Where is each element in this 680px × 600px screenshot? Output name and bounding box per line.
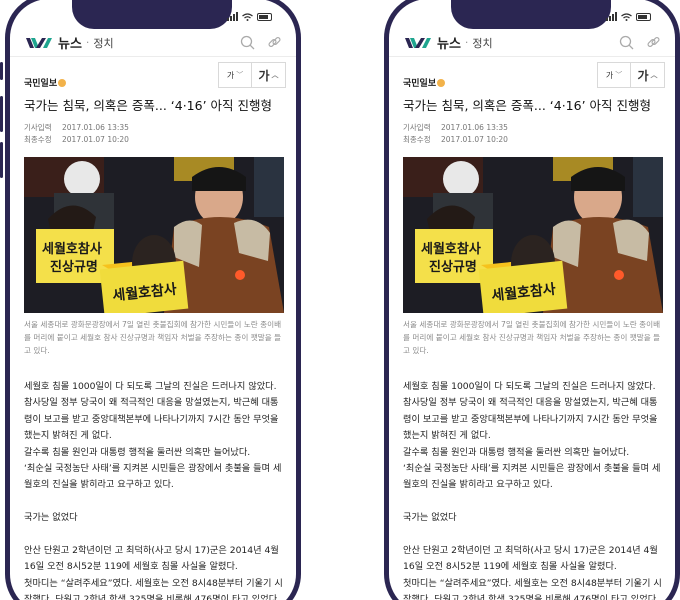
section-name[interactable]: 정치 xyxy=(472,35,492,51)
modified-date: 최종수정 2017.01.07 10:20 xyxy=(403,135,508,144)
modified-date: 최종수정 2017.01.07 10:20 xyxy=(24,135,129,144)
app-header: 뉴스 · 정치 xyxy=(389,29,675,57)
naver-news-logo[interactable] xyxy=(405,36,431,50)
app-title[interactable]: 뉴스 xyxy=(58,33,82,52)
header-separator: · xyxy=(85,36,90,49)
font-size-increase-button[interactable]: 가 ︿ xyxy=(631,63,664,87)
section-name[interactable]: 정치 xyxy=(93,35,113,51)
search-icon[interactable] xyxy=(240,35,255,50)
body-subheading: 국가는 없었다 xyxy=(403,512,457,524)
chevron-down-icon: ﹀ xyxy=(236,71,244,79)
left-mute-switch xyxy=(0,62,3,80)
press-name[interactable]: 국민일보 xyxy=(403,76,446,89)
published-date: 기사입력 2017.01.06 13:35 xyxy=(24,123,129,132)
photo-caption: 서울 세종대로 광화문광장에서 7일 열린 촛불집회에 참가한 시민들이 노란 … xyxy=(403,320,661,355)
phone-mockup-left: 뉴스 · 정치 국민일보 가 ﹀ 가 ︿ 국가는 침묵, 의혹은 증폭... ‘4·… xyxy=(5,0,301,600)
photo-caption: 서울 세종대로 광화문광장에서 7일 열린 촛불집회에 참가한 시민들이 노란 … xyxy=(24,320,282,355)
body-paragraph: 세월호 침몰 1000일이 다 되도록 그날의 진실은 드러나지 않았다. 참사… xyxy=(24,381,279,442)
press-name[interactable]: 국민일보 xyxy=(24,76,67,89)
signal-icon xyxy=(606,12,617,21)
wifi-icon xyxy=(242,12,253,21)
article-photo[interactable]: 세월호참사 진상규명 세월호참사 xyxy=(24,157,284,313)
body-paragraph: 첫마디는 “살려주세요”였다. 세월호는 오전 8시48분부터 기울기 시작했다… xyxy=(403,577,662,600)
body-paragraph: 안산 단원고 2학년이던 고 최덕하(사고 당시 17)군은 2014년 4월 … xyxy=(24,545,279,573)
chevron-up-icon: ︿ xyxy=(650,71,658,79)
press-badge-icon xyxy=(437,79,446,87)
body-paragraph: 안산 단원고 2학년이던 고 최덕하(사고 당시 17)군은 2014년 4월 … xyxy=(403,545,658,573)
font-size-increase-button[interactable]: 가 ︿ xyxy=(252,63,285,87)
status-bar xyxy=(227,12,272,21)
published-date: 기사입력 2017.01.06 13:35 xyxy=(403,123,508,132)
body-paragraph: 갈수록 침몰 원인과 대통령 행적을 둘러싼 의혹만 늘어났다. xyxy=(403,446,630,458)
app-title[interactable]: 뉴스 xyxy=(437,33,461,52)
body-paragraph: 갈수록 침몰 원인과 대통령 행적을 둘러싼 의혹만 늘어났다. xyxy=(24,446,251,458)
body-paragraph: ‘최순실 국정농단 사태’를 지켜본 시민들은 광장에서 촛불을 들며 세월호의… xyxy=(24,463,282,491)
font-size-decrease-button[interactable]: 가 ﹀ xyxy=(598,63,631,87)
status-bar xyxy=(606,12,651,21)
naver-news-logo[interactable] xyxy=(26,36,52,50)
battery-icon xyxy=(636,12,651,21)
battery-icon xyxy=(257,12,272,21)
article-headline: 국가는 침묵, 의혹은 증폭... ‘4·16’ 아직 진행형 xyxy=(403,98,652,113)
header-separator: · xyxy=(464,36,469,49)
article-dates: 기사입력 2017.01.06 13:35 최종수정 2017.01.07 10:2… xyxy=(24,122,286,146)
font-size-decrease-button[interactable]: 가 ﹀ xyxy=(219,63,252,87)
body-subheading: 국가는 없었다 xyxy=(24,512,78,524)
sign-text-top: 세월호참사 xyxy=(421,241,481,257)
link-icon[interactable] xyxy=(646,35,661,50)
body-paragraph: 세월호 침몰 1000일이 다 되도록 그날의 진실은 드러나지 않았다. 참사… xyxy=(403,381,658,442)
app-header: 뉴스 · 정치 xyxy=(10,29,296,57)
search-icon[interactable] xyxy=(619,35,634,50)
font-size-controls: 가 ﹀ 가 ︿ xyxy=(597,62,665,88)
press-badge-icon xyxy=(58,79,67,87)
article-body: 세월호 침몰 1000일이 다 되도록 그날의 진실은 드러나지 않았다. 참사… xyxy=(24,379,286,600)
article-photo[interactable]: 세월호참사 진상규명 세월호참사 xyxy=(403,157,663,313)
article: 국민일보 가 ﹀ 가 ︿ 국가는 침묵, 의혹은 증폭... ‘4·16’ 아직 진… xyxy=(24,59,286,600)
body-paragraph: 첫마디는 “살려주세요”였다. 세월호는 오전 8시48분부터 기울기 시작했다… xyxy=(24,577,283,600)
device-notch xyxy=(451,0,611,29)
phone-mockup-right: 뉴스 · 정치 국민일보 가 ﹀ 가 ︿ 국가는 침묵, 의혹은 증폭... ‘4·… xyxy=(384,0,680,600)
left-volume-up-button xyxy=(0,96,3,132)
article-dates: 기사입력 2017.01.06 13:35 최종수정 2017.01.07 10:2… xyxy=(403,122,665,146)
body-paragraph: ‘최순실 국정농단 사태’를 지켜본 시민들은 광장에서 촛불을 들며 세월호의… xyxy=(403,463,661,491)
chevron-up-icon: ︿ xyxy=(271,71,279,79)
sign-text-bottom: 진상규명 xyxy=(429,259,477,275)
wifi-icon xyxy=(621,12,632,21)
article-body: 세월호 침몰 1000일이 다 되도록 그날의 진실은 드러나지 않았다. 참사… xyxy=(403,379,665,600)
device-notch xyxy=(72,0,232,29)
font-size-controls: 가 ﹀ 가 ︿ xyxy=(218,62,286,88)
left-volume-down-button xyxy=(0,142,3,178)
signal-icon xyxy=(227,12,238,21)
article: 국민일보 가 ﹀ 가 ︿ 국가는 침묵, 의혹은 증폭... ‘4·16’ 아직 진… xyxy=(403,59,665,600)
link-icon[interactable] xyxy=(267,35,282,50)
chevron-down-icon: ﹀ xyxy=(615,71,623,79)
sign-text-top: 세월호참사 xyxy=(42,241,102,257)
article-headline: 국가는 침묵, 의혹은 증폭... ‘4·16’ 아직 진행형 xyxy=(24,98,273,113)
sign-text-bottom: 진상규명 xyxy=(50,259,98,275)
